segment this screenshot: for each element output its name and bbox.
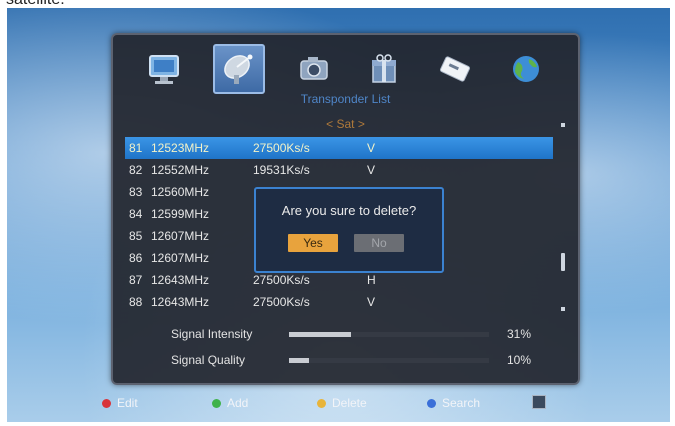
blue-dot-icon (427, 398, 436, 408)
signal-intensity-label: Signal Intensity (171, 327, 253, 341)
delete-label: Delete (332, 396, 367, 410)
gift-box-icon[interactable] (362, 47, 406, 91)
row-symbol-rate: 27500Ks/s (253, 273, 310, 287)
delete-button[interactable]: Delete (317, 396, 367, 410)
page-title: Transponder List (300, 92, 391, 106)
signal-intensity-fill (289, 332, 351, 337)
row-frequency: 12607MHz (151, 229, 210, 243)
row-frequency: 12523MHz (151, 141, 210, 155)
row-polarization: V (367, 295, 376, 309)
yellow-dot-icon (317, 398, 326, 408)
row-polarization: V (367, 141, 376, 155)
menu-icon-bar (129, 43, 561, 95)
exit-icon[interactable] (532, 395, 546, 409)
add-label: Add (227, 396, 249, 410)
card-icon[interactable] (433, 47, 477, 91)
red-dot-icon (102, 398, 111, 408)
table-row[interactable]: 82 12552MHz 19531Ks/s V (125, 159, 553, 181)
confirm-delete-dialog: Are you sure to delete? Yes No (254, 187, 444, 273)
search-label: Search (442, 396, 481, 410)
signal-quality: Signal Quality 10% (171, 351, 551, 369)
signal-quality-value: 10% (506, 353, 531, 367)
camera-icon[interactable] (292, 47, 336, 91)
scroll-down-marker (561, 307, 565, 311)
scroll-thumb[interactable] (561, 253, 565, 271)
transponder-panel: Transponder List < Sat > 81 12523MHz 275… (111, 33, 580, 385)
monitor-icon[interactable] (142, 47, 186, 91)
footer-legend: Edit Add Delete Search (7, 393, 670, 415)
tv-screen: Transponder List < Sat > 81 12523MHz 275… (7, 8, 670, 422)
row-index: 85 (129, 229, 143, 243)
green-dot-icon (212, 398, 221, 408)
no-button[interactable]: No (354, 234, 404, 252)
row-index: 86 (129, 251, 143, 265)
edit-label: Edit (117, 396, 138, 410)
signal-intensity: Signal Intensity 31% (171, 325, 551, 343)
signal-intensity-track (289, 332, 489, 337)
search-button[interactable]: Search (427, 396, 480, 410)
signal-quality-label: Signal Quality (171, 353, 246, 367)
row-frequency: 12643MHz (151, 295, 210, 309)
table-row[interactable]: 81 12523MHz 27500Ks/s V (125, 137, 553, 159)
row-frequency: 12552MHz (151, 163, 210, 177)
yes-button[interactable]: Yes (288, 234, 338, 252)
row-index: 83 (129, 185, 143, 199)
row-symbol-rate: 27500Ks/s (253, 141, 310, 155)
row-symbol-rate: 19531Ks/s (253, 163, 310, 177)
row-frequency: 12643MHz (151, 273, 210, 287)
satellite-selector[interactable]: < Sat > (113, 117, 578, 131)
globe-icon[interactable] (504, 47, 548, 91)
signal-quality-fill (289, 358, 309, 363)
row-symbol-rate: 27500Ks/s (253, 295, 310, 309)
edit-button[interactable]: Edit (102, 396, 138, 410)
scroll-up-marker (561, 123, 565, 127)
list-scrollbar[interactable] (561, 123, 567, 311)
signal-intensity-value: 31% (506, 327, 531, 341)
row-index: 82 (129, 163, 143, 177)
row-polarization: H (367, 273, 376, 287)
row-frequency: 12607MHz (151, 251, 210, 265)
signal-quality-track (289, 358, 489, 363)
row-frequency: 12560MHz (151, 185, 210, 199)
row-index: 81 (129, 141, 143, 155)
row-polarization: V (367, 163, 376, 177)
row-index: 87 (129, 273, 143, 287)
table-row[interactable]: 88 12643MHz 27500Ks/s V (125, 291, 553, 313)
row-index: 84 (129, 207, 143, 221)
satellite-dish-icon[interactable] (212, 44, 265, 94)
dialog-message: Are you sure to delete? (281, 203, 417, 218)
add-button[interactable]: Add (212, 396, 248, 410)
row-index: 88 (129, 295, 143, 309)
row-frequency: 12599MHz (151, 207, 210, 221)
